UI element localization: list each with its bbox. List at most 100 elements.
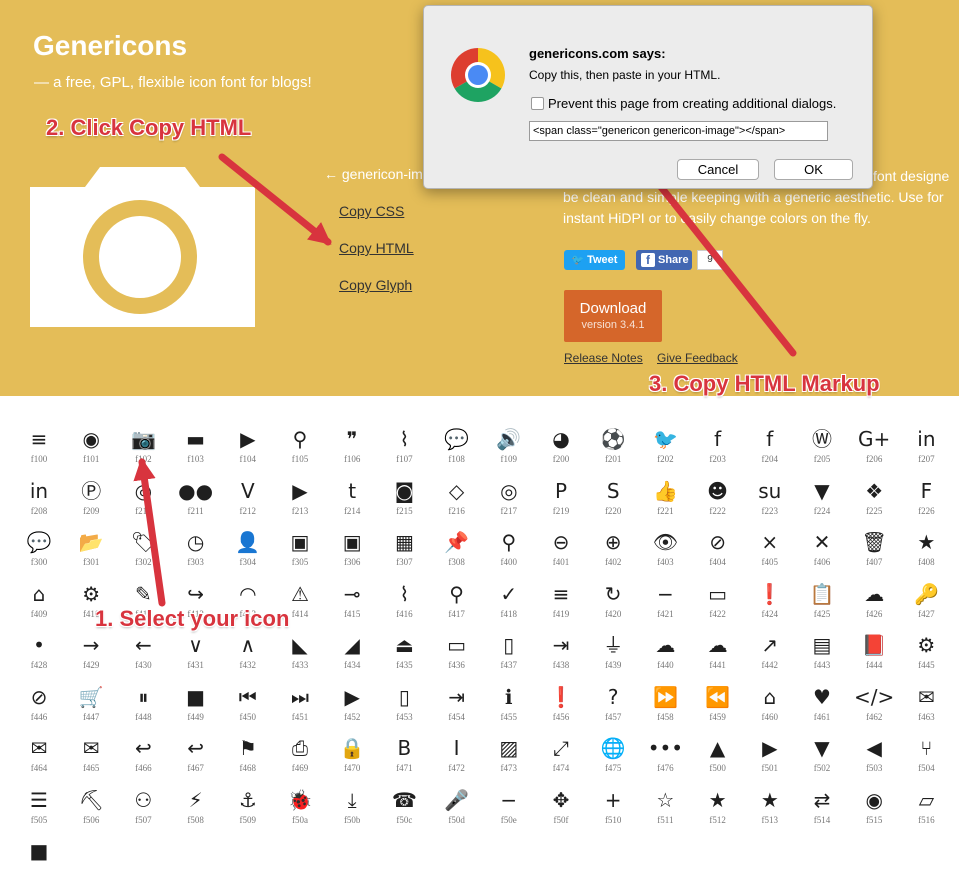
icon-cell[interactable]: ☁ f440: [639, 631, 691, 683]
icon-cell[interactable]: ☁ f441: [692, 631, 744, 683]
icon-cell[interactable]: ★ f512: [692, 786, 744, 838]
icon-cell[interactable]: 🏷 f302: [117, 528, 169, 580]
download-button[interactable]: Download version 3.4.1: [564, 290, 662, 342]
icon-cell[interactable]: 💬 f300: [13, 528, 65, 580]
icon-cell[interactable]: ☰ f505: [13, 786, 65, 838]
icon-cell[interactable]: ⤓ f50b: [326, 786, 378, 838]
icon-cell[interactable]: ◎ f210: [117, 477, 169, 529]
icon-cell[interactable]: ⛏ f506: [65, 786, 117, 838]
icon-cell[interactable]: ▭ f436: [431, 631, 483, 683]
icon-cell[interactable]: ⚙ f445: [900, 631, 952, 683]
icon-cell[interactable]: ▼ f224: [796, 477, 848, 529]
icon-cell[interactable]: Sf220: [587, 477, 639, 529]
icon-cell[interactable]: ▭ f422: [692, 580, 744, 632]
icon-cell[interactable]: ❖ f225: [848, 477, 900, 529]
copy-glyph-link[interactable]: Copy Glyph: [339, 277, 412, 293]
icon-cell[interactable]: ◇ f216: [431, 477, 483, 529]
icon-cell[interactable]: ☆ f511: [639, 786, 691, 838]
icon-cell[interactable]: ⊕ f402: [587, 528, 639, 580]
icon-cell[interactable]: ◎ f217: [483, 477, 535, 529]
icon-cell[interactable]: ⌂ f409: [13, 580, 65, 632]
icon-cell[interactable]: ⎙ f469: [274, 734, 326, 786]
icon-cell[interactable]: • f428: [13, 631, 65, 683]
icon-cell[interactable]: ⊸ f415: [326, 580, 378, 632]
icon-cell[interactable]: ◣ f433: [274, 631, 326, 683]
icon-cell[interactable]: ❗ f424: [744, 580, 796, 632]
icon-cell[interactable]: ∧ f432: [222, 631, 274, 683]
icon-cell[interactable]: ↩ f466: [117, 734, 169, 786]
icon-cell[interactable]: 🛒 f447: [65, 683, 117, 735]
icon-cell[interactable]: 📌 f308: [431, 528, 483, 580]
release-notes-link[interactable]: Release Notes: [564, 351, 643, 365]
icon-cell[interactable]: ? f457: [587, 683, 639, 735]
icon-cell[interactable]: ▤ f443: [796, 631, 848, 683]
copy-html-link[interactable]: Copy HTML: [339, 240, 414, 256]
icon-cell[interactable]: → f429: [65, 631, 117, 683]
icon-cell[interactable]: ◕ f200: [535, 425, 587, 477]
icon-cell[interactable]: 🐞 f50a: [274, 786, 326, 838]
icon-cell[interactable]: Ⓟf209: [65, 477, 117, 529]
icon-cell[interactable]: ⏏ f435: [378, 631, 430, 683]
icon-cell[interactable]: ⚓ f509: [222, 786, 274, 838]
icon-cell[interactable]: 🐦 f202: [639, 425, 691, 477]
icon-cell[interactable]: 📂 f301: [65, 528, 117, 580]
tweet-button[interactable]: 🐦 Tweet: [564, 250, 625, 270]
icon-cell[interactable]: ▣ f306: [326, 528, 378, 580]
icon-cell[interactable]: × f405: [744, 528, 796, 580]
icon-cell[interactable]: ⏮ f450: [222, 683, 274, 735]
icon-cell[interactable]: 🎤 f50d: [431, 786, 483, 838]
icon-cell[interactable]: If472: [431, 734, 483, 786]
icon-cell[interactable]: ▼ f502: [796, 734, 848, 786]
icon-cell[interactable]: ☁ f426: [848, 580, 900, 632]
icon-cell[interactable]: ▶ f104: [222, 425, 274, 477]
icon-cell[interactable]: Bf471: [378, 734, 430, 786]
icon-cell[interactable]: ✕ f406: [796, 528, 848, 580]
icon-cell[interactable]: ⑂ f504: [900, 734, 952, 786]
icon-cell[interactable]: ✉ f464: [13, 734, 65, 786]
icon-cell[interactable]: ∨ f431: [170, 631, 222, 683]
icon-cell[interactable]: ✓ f418: [483, 580, 535, 632]
icon-cell[interactable]: ↗ f442: [744, 631, 796, 683]
icon-cell[interactable]: ◉ f101: [65, 425, 117, 477]
icon-cell[interactable]: 📕 f444: [848, 631, 900, 683]
icon-cell[interactable]: ↻ f420: [587, 580, 639, 632]
cancel-button[interactable]: Cancel: [677, 159, 759, 180]
icon-cell[interactable]: ❗ f456: [535, 683, 587, 735]
icon-cell[interactable]: ••• f476: [639, 734, 691, 786]
icon-cell[interactable]: ⌇ f107: [378, 425, 430, 477]
icon-cell[interactable]: 📋 f425: [796, 580, 848, 632]
prevent-dialogs-checkbox[interactable]: [531, 97, 544, 110]
icon-cell[interactable]: ✥ f50f: [535, 786, 587, 838]
icon-cell[interactable]: 👁 f403: [639, 528, 691, 580]
icon-cell[interactable]: ⇥ f454: [431, 683, 483, 735]
icon-cell[interactable]: ▣ f305: [274, 528, 326, 580]
icon-cell[interactable]: ⚇ f507: [117, 786, 169, 838]
icon-cell[interactable]: ◉ f515: [848, 786, 900, 838]
icon-cell[interactable]: Pf219: [535, 477, 587, 529]
icon-cell[interactable]: 👤 f304: [222, 528, 274, 580]
icon-cell[interactable]: ⌇ f416: [378, 580, 430, 632]
icon-cell[interactable]: Vf212: [222, 477, 274, 529]
icon-cell[interactable]: ■: [13, 837, 65, 889]
icon-cell[interactable]: ↩ f467: [170, 734, 222, 786]
icon-cell[interactable]: ▯ f453: [378, 683, 430, 735]
icon-cell[interactable]: ◷ f303: [170, 528, 222, 580]
icon-cell[interactable]: 🔒 f470: [326, 734, 378, 786]
icon-cell[interactable]: ◢ f434: [326, 631, 378, 683]
icon-cell[interactable]: ⚑ f468: [222, 734, 274, 786]
icon-cell[interactable]: ■ f449: [170, 683, 222, 735]
icon-cell[interactable]: 🔊 f109: [483, 425, 535, 477]
icon-cell[interactable]: G+ f206: [848, 425, 900, 477]
icon-cell[interactable]: in f207: [900, 425, 952, 477]
icon-cell[interactable]: ☎ f50c: [378, 786, 430, 838]
icon-cell[interactable]: ▦ f307: [378, 528, 430, 580]
icon-cell[interactable]: ⊘ f446: [13, 683, 65, 735]
icon-cell[interactable]: ← f430: [117, 631, 169, 683]
icon-cell[interactable]: − f421: [639, 580, 691, 632]
icon-cell[interactable]: ⏪ f459: [692, 683, 744, 735]
html-markup-field[interactable]: <span class="genericon genericon-image">…: [529, 121, 828, 141]
icon-cell[interactable]: ⊘ f404: [692, 528, 744, 580]
icon-cell[interactable]: ▬ f103: [170, 425, 222, 477]
icon-cell[interactable]: − f50e: [483, 786, 535, 838]
icon-cell[interactable]: ⏩ f458: [639, 683, 691, 735]
